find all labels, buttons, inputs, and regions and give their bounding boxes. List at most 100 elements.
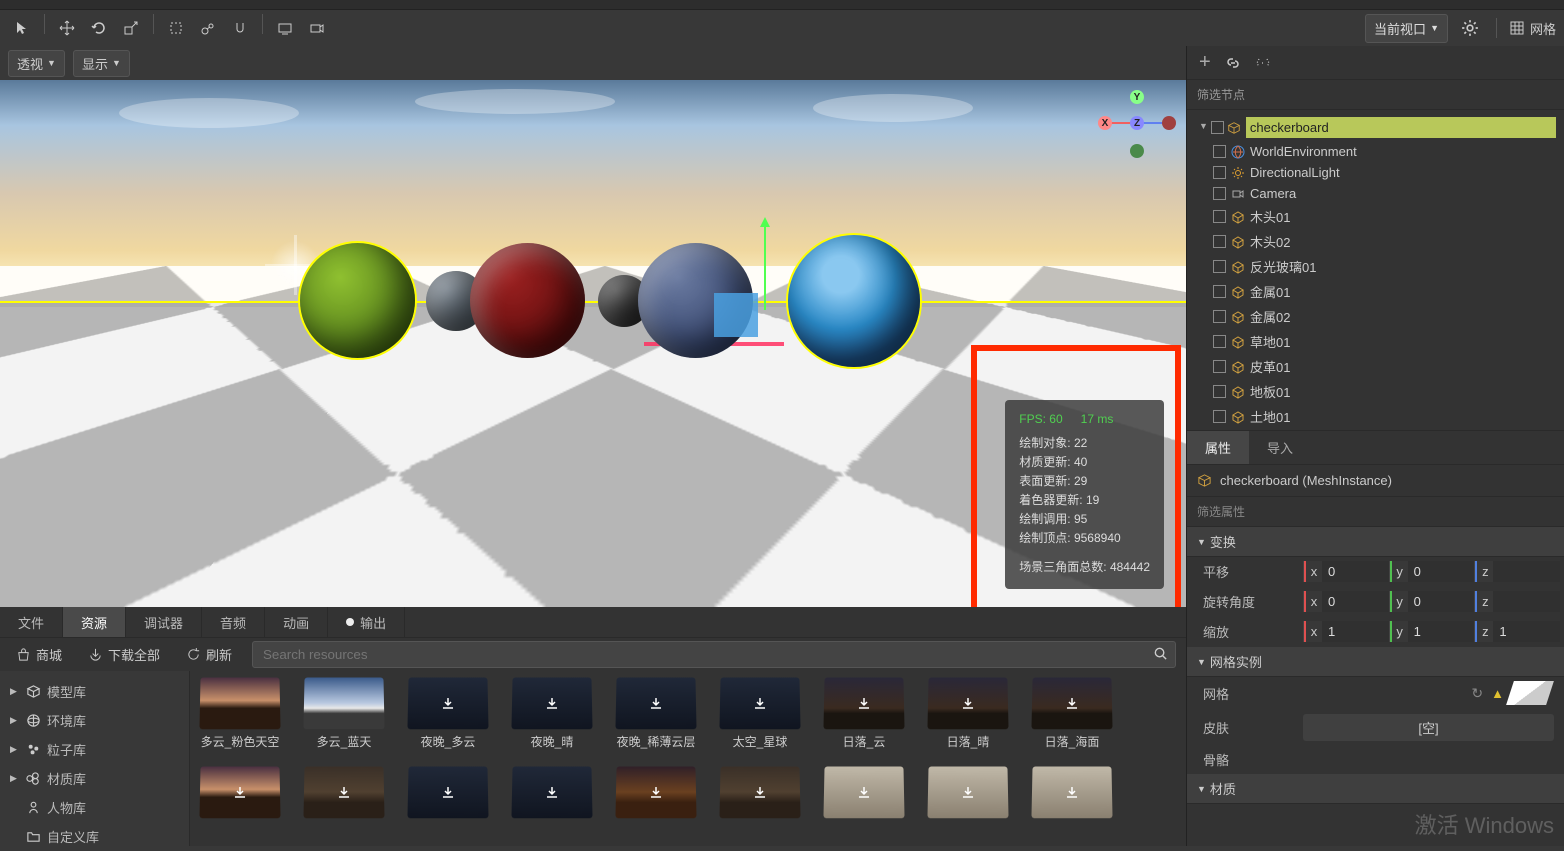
viewport-dropdown[interactable]: 当前视口▼ — [1365, 14, 1448, 43]
refresh-button[interactable]: 刷新 — [180, 641, 238, 668]
section-material[interactable]: ▼材质 — [1187, 774, 1564, 804]
resource-item[interactable]: 日落_云 — [822, 677, 906, 750]
axis-orientation-gizmo[interactable]: Y X Z — [1102, 94, 1172, 164]
viewport-3d[interactable]: Y X Z FPS: 6017 ms 绘制对象: 22材质更新: 40表面更新:… — [0, 80, 1186, 607]
prop-mesh[interactable]: 网格 ↻ ▲ — [1187, 677, 1564, 710]
mall-button[interactable]: 商城 — [10, 641, 68, 668]
inspector-node-title: checkerboard (MeshInstance) — [1220, 473, 1392, 488]
inspector-tab[interactable]: 导入 — [1249, 431, 1311, 464]
resource-item[interactable]: 日落_海面 — [1030, 677, 1114, 750]
library-item[interactable]: 人物库 — [0, 793, 189, 822]
select-tool[interactable] — [162, 14, 190, 42]
group-tool[interactable] — [194, 14, 222, 42]
snap-tool[interactable] — [226, 14, 254, 42]
add-node-icon[interactable]: + — [1199, 51, 1211, 74]
resource-item[interactable]: 多云_粉色天空 — [198, 677, 282, 750]
viewport-header: 透视▼ 显示▼ — [0, 46, 1186, 80]
resource-item[interactable]: 夜晚_晴 — [510, 677, 594, 750]
library-item[interactable]: 自定义库 — [0, 822, 189, 851]
download-icon — [336, 784, 352, 800]
download-icon — [232, 784, 248, 800]
library-item[interactable]: ▶材质库 — [0, 764, 189, 793]
tree-node[interactable]: 木头02 — [1187, 229, 1564, 254]
bottom-tab[interactable]: 文件 — [0, 607, 63, 637]
node-filter[interactable]: 筛选节点 — [1187, 80, 1564, 110]
resource-item[interactable] — [926, 766, 1010, 818]
library-item[interactable]: ▶环境库 — [0, 706, 189, 735]
display-dropdown[interactable]: 显示▼ — [73, 50, 130, 77]
download-icon — [752, 784, 768, 800]
resource-item[interactable]: 太空_星球 — [718, 677, 802, 750]
prop-scale: 缩放 x1 y1 z1 — [1187, 617, 1564, 647]
bottom-tab[interactable]: 动画 — [265, 607, 328, 637]
tree-node[interactable]: 反光玻璃01 — [1187, 254, 1564, 279]
camera-tool[interactable] — [303, 14, 331, 42]
bottom-tab[interactable]: 音频 — [202, 607, 265, 637]
bottom-tab[interactable]: 输出 — [328, 607, 405, 637]
resource-item[interactable]: 夜晚_多云 — [406, 677, 490, 750]
bottom-tab[interactable]: 调试器 — [126, 607, 202, 637]
resource-search-input[interactable] — [252, 641, 1176, 668]
gizmo-y-arrow[interactable] — [764, 220, 766, 310]
reset-icon[interactable]: ↻ — [1471, 685, 1483, 702]
download-icon — [544, 784, 560, 800]
inspector-header: checkerboard (MeshInstance) — [1187, 465, 1564, 497]
sphere-object — [788, 235, 920, 367]
tree-node[interactable]: Camera — [1187, 183, 1564, 204]
tree-node[interactable]: WorldEnvironment — [1187, 141, 1564, 162]
cursor-tool[interactable] — [8, 14, 36, 42]
resource-item[interactable]: 多云_蓝天 — [302, 677, 386, 750]
tree-node[interactable]: 皮革01 — [1187, 354, 1564, 379]
mesh-preview[interactable] — [1506, 681, 1554, 705]
download-icon — [544, 695, 560, 711]
property-filter[interactable]: 筛选属性 — [1187, 497, 1564, 527]
resource-item[interactable] — [614, 766, 698, 818]
tree-node[interactable]: DirectionalLight — [1187, 162, 1564, 183]
view-tool[interactable] — [271, 14, 299, 42]
resource-item[interactable] — [718, 766, 802, 818]
resource-label: 夜晚_稀薄云层 — [617, 733, 696, 750]
grid-toggle[interactable]: 网格 — [1509, 19, 1556, 38]
tree-node[interactable]: 地板01 — [1187, 379, 1564, 404]
script-icon[interactable] — [1255, 55, 1271, 71]
resource-item[interactable] — [198, 766, 282, 818]
download-all-button[interactable]: 下载全部 — [82, 641, 166, 668]
resource-item[interactable] — [406, 766, 490, 818]
tree-node[interactable]: 金属01 — [1187, 279, 1564, 304]
rotate-tool[interactable] — [85, 14, 113, 42]
search-icon[interactable] — [1153, 646, 1168, 661]
tree-root[interactable]: ▼ checkerboard — [1187, 114, 1564, 141]
library-item[interactable]: ▶粒子库 — [0, 735, 189, 764]
section-mesh-instance[interactable]: ▼网格实例 — [1187, 647, 1564, 677]
resource-item[interactable]: 夜晚_稀薄云层 — [614, 677, 698, 750]
tree-node[interactable]: 草地01 — [1187, 329, 1564, 354]
library-item[interactable]: ▶模型库 — [0, 677, 189, 706]
bottom-tab[interactable]: 资源 — [63, 607, 126, 637]
section-transform[interactable]: ▼变换 — [1187, 527, 1564, 557]
resource-item[interactable] — [822, 766, 906, 818]
scale-tool[interactable] — [117, 14, 145, 42]
download-icon — [648, 784, 664, 800]
gizmo-cube[interactable] — [714, 293, 758, 337]
resource-item[interactable] — [510, 766, 594, 818]
annotation-highlight — [971, 345, 1181, 607]
resource-toolbar: 商城 下载全部 刷新 — [0, 637, 1186, 671]
download-icon — [856, 695, 872, 711]
perspective-dropdown[interactable]: 透视▼ — [8, 50, 65, 77]
move-tool[interactable] — [53, 14, 81, 42]
tree-node[interactable]: 土地01 — [1187, 404, 1564, 429]
resource-label: 日落_云 — [843, 733, 886, 750]
inspector-tab[interactable]: 属性 — [1187, 431, 1249, 464]
tree-node[interactable]: 木头01 — [1187, 204, 1564, 229]
resource-item[interactable]: 日落_晴 — [926, 677, 1010, 750]
link-icon[interactable] — [1225, 55, 1241, 71]
resource-item[interactable] — [302, 766, 386, 818]
download-icon — [648, 695, 664, 711]
prop-skin[interactable]: 皮肤 [空] — [1187, 710, 1564, 746]
tree-node[interactable]: 金属02 — [1187, 304, 1564, 329]
settings-icon[interactable] — [1456, 14, 1484, 42]
prop-skeleton[interactable]: 骨骼 — [1187, 746, 1564, 774]
resource-label: 日落_晴 — [947, 733, 990, 750]
download-icon — [440, 784, 456, 800]
resource-item[interactable] — [1030, 766, 1114, 818]
